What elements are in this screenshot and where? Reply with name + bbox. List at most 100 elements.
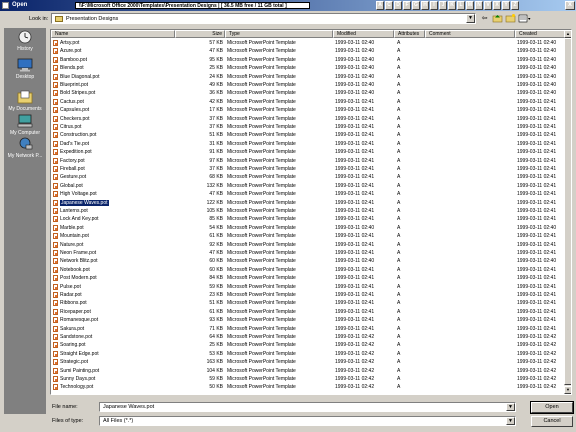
file-row[interactable]: Ricepaper.pot 61 KB Microsoft PowerPoint T… [51,308,565,316]
file-row[interactable]: Marble.pot 54 KB Microsoft PowerPoint Temp… [51,224,565,232]
file-row[interactable]: Straight Edge.pot 53 KB Microsoft PowerPoi… [51,350,565,358]
file-row[interactable]: Network Blitz.pot 60 KB Microsoft PowerPoi… [51,257,565,265]
drive-letter-button[interactable]: X [493,1,501,10]
file-row[interactable]: Blue Diagonal.pot 24 KB Microsoft PowerPoi… [51,73,565,81]
file-row[interactable]: Post Modern.pot 84 KB Microsoft PowerPoint… [51,274,565,282]
drive-letter-button[interactable]: N [475,1,483,10]
file-row[interactable]: Pulse.pot 59 KB Microsoft PowerPoint Templ… [51,283,565,291]
column-header-size[interactable]: Size [175,30,225,38]
file-row[interactable]: Global.pot 132 KB Microsoft PowerPoint Tem… [51,182,565,190]
powerpoint-file-icon [53,132,58,139]
drive-letter-button[interactable]: M [466,1,474,10]
file-row[interactable]: Dad's Tie.pot 31 KB Microsoft PowerPoint T… [51,140,565,148]
scroll-thumb[interactable] [564,38,571,385]
file-row[interactable]: Sandstone.pot 64 KB Microsoft PowerPoint T… [51,333,565,341]
drive-letter-button[interactable]: D [394,1,402,10]
column-header-comment[interactable]: Comment [425,30,515,38]
column-header-attributes[interactable]: Attributes [394,30,425,38]
cancel-button[interactable]: Cancel [531,416,573,427]
file-created-cell: 1999-03-11 02:42 [517,334,557,340]
file-row[interactable]: Ribbons.pot 51 KB Microsoft PowerPoint Tem… [51,299,565,307]
file-comment-cell-wrap [427,257,515,265]
file-type-dropdown[interactable]: All Files (*.*) ▼ [99,416,516,426]
views-icon[interactable] [518,13,531,24]
drive-letter-button[interactable]: A [376,1,384,10]
file-row[interactable]: Soaring.pot 25 KB Microsoft PowerPoint Tem… [51,341,565,349]
chevron-down-icon[interactable]: ▼ [506,403,515,411]
file-row[interactable]: Japanese Waves.pot 122 KB Microsoft PowerP… [51,199,565,207]
place-desktop[interactable]: Desktop [4,56,46,84]
file-row[interactable]: Blends.pot 25 KB Microsoft PowerPoint Temp… [51,64,565,72]
drive-letter-button[interactable]: I [430,1,438,10]
file-comment-cell-wrap [427,157,515,165]
file-row[interactable]: Neon Frame.pot 47 KB Microsoft PowerPoint … [51,249,565,257]
new-folder-icon[interactable] [505,13,516,24]
file-type-cell: Microsoft PowerPoint Template [227,283,296,290]
file-row[interactable]: Mountain.pot 61 KB Microsoft PowerPoint Te… [51,232,565,240]
file-row[interactable]: Nature.pot 92 KB Microsoft PowerPoint Temp… [51,241,565,249]
look-in-dropdown[interactable]: Presentation Designs ▼ [51,13,476,24]
file-row[interactable]: Factory.pot 97 KB Microsoft PowerPoint Tem… [51,157,565,165]
file-row[interactable]: Sunny Days.pot 59 KB Microsoft PowerPoint … [51,375,565,383]
file-row[interactable]: Artsy.pot 57 KB Microsoft PowerPoint Templ… [51,39,565,47]
file-row[interactable]: Sumi Painting.pot 104 KB Microsoft PowerPo… [51,367,565,375]
file-row[interactable]: Cactus.pot 42 KB Microsoft PowerPoint Temp… [51,98,565,106]
file-modified-cell: 1999-03-11 02:41 [335,132,375,139]
drive-letter-button[interactable]: J [439,1,447,10]
file-name-cell-wrap: Lanterns.pot [60,207,173,215]
file-row[interactable]: Bold Stripes.pot 36 KB Microsoft PowerPoin… [51,89,565,97]
open-button[interactable]: Open [530,401,574,414]
file-row[interactable]: Bamboo.pot 95 KB Microsoft PowerPoint Temp… [51,56,565,64]
file-row[interactable]: Fireball.pot 37 KB Microsoft PowerPoint Te… [51,165,565,173]
file-row[interactable]: Romanesque.pot 93 KB Microsoft PowerPoint … [51,316,565,324]
file-row[interactable]: Lanterns.pot 105 KB Microsoft PowerPoint T… [51,207,565,215]
file-row[interactable]: Strategic.pot 163 KB Microsoft PowerPoint … [51,358,565,366]
back-icon[interactable]: ⇦ [479,13,490,24]
file-row[interactable]: Lock And Key.pot 85 KB Microsoft PowerPoin… [51,215,565,223]
drive-letter-button[interactable]: F [403,1,411,10]
file-attributes-cell: A [397,258,401,265]
column-header-modified[interactable]: Modified [333,30,394,38]
chevron-down-icon[interactable]: ▼ [466,14,475,23]
column-header-created[interactable]: Created [515,30,565,38]
file-row[interactable]: High Voltage.pot 47 KB Microsoft PowerPoin… [51,190,565,198]
file-name-field[interactable]: Japanese Waves.pot ▼ [99,402,516,412]
file-row[interactable]: Checkers.pot 37 KB Microsoft PowerPoint Te… [51,115,565,123]
drive-letter-button[interactable]: K [448,1,456,10]
scroll-up-icon[interactable]: ▲ [564,30,571,38]
file-row[interactable]: Blueprint.pot 49 KB Microsoft PowerPoint T… [51,81,565,89]
file-row[interactable]: Notebook.pot 60 KB Microsoft PowerPoint Te… [51,266,565,274]
file-attributes-cell: A [397,191,401,198]
column-header-name[interactable]: Name [51,30,175,38]
file-row[interactable]: Construction.pot 51 KB Microsoft PowerPoin… [51,131,565,139]
file-row[interactable]: Sakura.pot 71 KB Microsoft PowerPoint Temp… [51,325,565,333]
scroll-down-icon[interactable]: ▼ [564,386,571,394]
vertical-scrollbar[interactable]: ▲ ▼ [564,30,571,394]
file-created-cell-wrap: 1999-03-11 02:41 [517,249,565,257]
file-type-cell: Microsoft PowerPoint Template [227,275,296,282]
up-folder-icon[interactable] [492,13,503,24]
column-header-type[interactable]: Type [225,30,333,38]
chevron-down-icon[interactable]: ▼ [506,417,515,425]
close-button[interactable]: x [565,1,575,10]
file-type-cell-wrap: Microsoft PowerPoint Template [227,358,333,366]
file-row[interactable]: Radar.pot 23 KB Microsoft PowerPoint Templ… [51,291,565,299]
drive-letter-button[interactable]: H [421,1,429,10]
file-list[interactable]: Name Size Type Modified Attributes Comme… [50,29,572,395]
place-history[interactable]: History [4,28,46,56]
file-name-cell: Network Blitz.pot [60,258,98,265]
file-row[interactable]: Expedition.pot 91 KB Microsoft PowerPoint … [51,148,565,156]
file-row[interactable]: Technology.pot 50 KB Microsoft PowerPoint … [51,383,565,391]
drive-letter-button[interactable]: V [484,1,492,10]
file-row[interactable]: Capsules.pot 17 KB Microsoft PowerPoint Te… [51,106,565,114]
drive-letter-button[interactable]: L [457,1,465,10]
drive-letter-button[interactable]: G [412,1,420,10]
file-row[interactable]: Citrus.pot 37 KB Microsoft PowerPoint Temp… [51,123,565,131]
place-network[interactable]: My Network P... [4,135,46,163]
drive-letter-button[interactable]: Y [502,1,510,10]
file-row[interactable]: Azure.pot 47 KB Microsoft PowerPoint Templ… [51,47,565,55]
drive-letter-button[interactable]: C [385,1,393,10]
file-comment-cell-wrap [427,199,515,207]
drive-letter-button[interactable]: Z [511,1,519,10]
file-row[interactable]: Gesture.pot 68 KB Microsoft PowerPoint Tem… [51,173,565,181]
